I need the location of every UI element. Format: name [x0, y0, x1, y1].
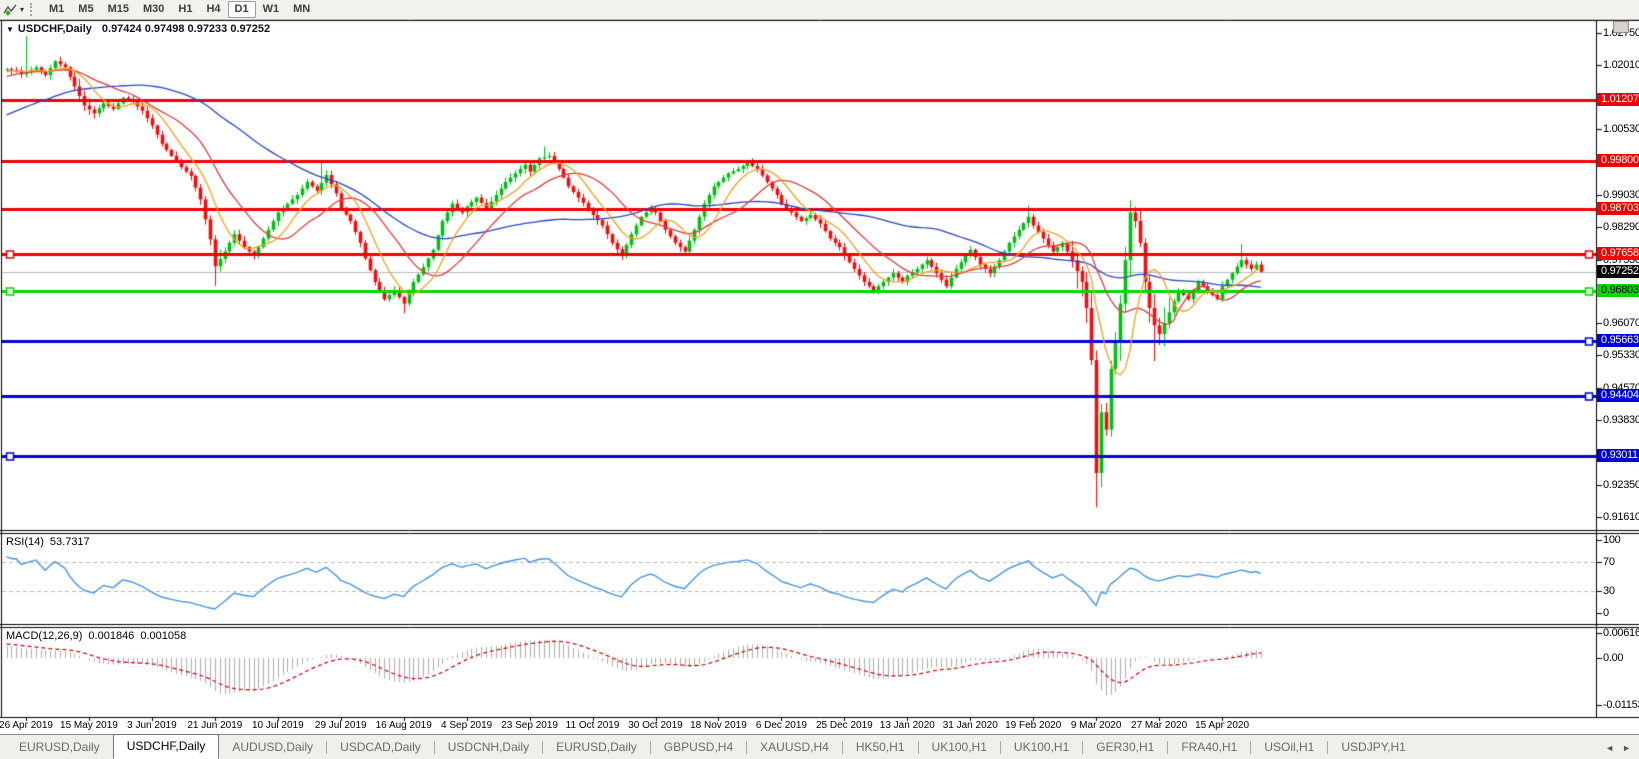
- tab-eurusd-daily[interactable]: EURUSD,Daily: [543, 735, 650, 759]
- timeframe-button-m5[interactable]: M5: [71, 1, 100, 18]
- date-label: 19 Feb 2020: [1005, 720, 1062, 731]
- macd-signal-value: 0.001058: [140, 630, 187, 642]
- tab-uk100-h1[interactable]: UK100,H1: [1001, 735, 1082, 759]
- chart-tab-bar: EURUSD,Daily USDCHF,Daily AUDUSD,Daily USDC…: [0, 734, 1639, 759]
- price-axis-tick: 1.02010: [1603, 59, 1639, 72]
- ohlc-values: 0.97424 0.97498 0.97233 0.97252: [101, 23, 271, 35]
- tab-scroll-right-icon[interactable]: ►: [1622, 743, 1631, 753]
- date-label: 9 Mar 2020: [1070, 720, 1122, 731]
- rsi-value: 53.7317: [49, 536, 90, 548]
- timeframe-button-h1[interactable]: H1: [171, 1, 199, 18]
- level-price-label[interactable]: 0.94404: [1597, 388, 1639, 402]
- date-label: 3 Jun 2019: [127, 720, 177, 731]
- tab-usdjpy-h1[interactable]: USDJPY,H1: [1328, 735, 1418, 759]
- price-axis-tick: 0.99030: [1603, 188, 1639, 201]
- date-label: 25 Dec 2019: [815, 720, 873, 731]
- macd-label: MACD(12,26,9) 0.001846 0.001058: [6, 630, 192, 642]
- level-price-label[interactable]: 0.95663: [1597, 333, 1639, 347]
- tab-usdchf-daily[interactable]: USDCHF,Daily: [112, 734, 220, 759]
- current-price-label: 0.97252: [1597, 264, 1639, 278]
- timeframe-button-mn[interactable]: MN: [286, 1, 317, 18]
- date-label: 4 Sep 2019: [441, 720, 493, 731]
- chevron-down-icon[interactable]: ▾: [20, 2, 24, 17]
- timeframe-button-m30[interactable]: M30: [136, 1, 171, 18]
- date-label: 23 Sep 2019: [501, 720, 558, 731]
- level-price-label[interactable]: 0.96803: [1597, 284, 1639, 298]
- timeframe-button-w1[interactable]: W1: [256, 1, 287, 18]
- toolbar-grip[interactable]: [30, 3, 36, 16]
- date-label: 15 May 2019: [60, 720, 118, 731]
- date-label: 31 Jan 2020: [942, 720, 998, 731]
- trading-terminal-window: ▾ M1 M5 M15 M30 H1 H4 D1 W1 MN ▼ USDCHF,Daily 0.97…: [0, 0, 1639, 759]
- rsi-axis-tick: 70: [1603, 555, 1615, 568]
- price-axis-tick: 0.93830: [1603, 414, 1639, 427]
- tab-xauusd-h4[interactable]: XAUUSD,H4: [747, 735, 842, 759]
- timeframe-button-d1[interactable]: D1: [227, 1, 256, 18]
- tab-gbpusd-h4[interactable]: GBPUSD,H4: [651, 735, 746, 759]
- tab-hk50-h1[interactable]: HK50,H1: [843, 735, 918, 759]
- line-chart-icon[interactable]: [3, 2, 18, 17]
- tab-eurusd-daily[interactable]: EURUSD,Daily: [6, 735, 113, 759]
- date-label: 10 Jul 2019: [251, 720, 304, 731]
- tab-uk100-h1[interactable]: UK100,H1: [919, 735, 1000, 759]
- macd-main-value: 0.001846: [88, 630, 135, 642]
- level-price-label[interactable]: 0.98703: [1597, 201, 1639, 215]
- tab-usdcad-daily[interactable]: USDCAD,Daily: [327, 735, 434, 759]
- tab-usoil-h1[interactable]: USOil,H1: [1251, 735, 1327, 759]
- date-label: 30 Oct 2019: [628, 720, 683, 731]
- level-price-label[interactable]: 0.93011: [1597, 449, 1639, 463]
- macd-axis-tick: -0.011531: [1603, 698, 1639, 711]
- chart-title: ▼ USDCHF,Daily 0.97424 0.97498 0.97233 0.9…: [6, 23, 270, 35]
- collapse-icon[interactable]: ▼: [6, 25, 14, 34]
- rsi-label: RSI(14) 53.7317: [6, 536, 96, 548]
- rsi-name: RSI(14): [6, 536, 44, 548]
- macd-axis-tick: 0.00: [1603, 652, 1624, 664]
- rsi-axis-tick: 100: [1603, 534, 1621, 546]
- tab-ger30-h1[interactable]: GER30,H1: [1083, 735, 1167, 759]
- tab-scroll-left-icon[interactable]: ◄: [1605, 743, 1614, 753]
- timeframe-group: M1 M5 M15 M30 H1 H4 D1 W1 MN: [42, 1, 317, 18]
- level-price-label[interactable]: 1.01207: [1597, 93, 1639, 107]
- tab-fra40-h1[interactable]: FRA40,H1: [1168, 735, 1250, 759]
- date-label: 6 Dec 2019: [755, 720, 807, 731]
- price-axis-tick: 0.91610: [1603, 510, 1639, 523]
- toolbar: ▾ M1 M5 M15 M30 H1 H4 D1 W1 MN: [0, 0, 1639, 20]
- rsi-axis-tick: 30: [1603, 585, 1615, 598]
- price-axis-tick: 0.98290: [1603, 220, 1639, 233]
- date-label: 15 Apr 2020: [1195, 720, 1250, 731]
- level-price-label[interactable]: 0.97658: [1597, 247, 1639, 261]
- price-axis-tick: 0.95330: [1603, 349, 1639, 362]
- price-axis-tick: 1.00530: [1603, 123, 1639, 136]
- timeframe-button-m15[interactable]: M15: [101, 1, 136, 18]
- tab-usdcnh-daily[interactable]: USDCNH,Daily: [435, 735, 542, 759]
- price-axis-tick: 0.96070: [1603, 317, 1639, 330]
- macd-name: MACD(12,26,9): [6, 630, 83, 642]
- date-label: 13 Jan 2020: [879, 720, 935, 731]
- date-label: 27 Mar 2020: [1131, 720, 1188, 731]
- level-price-label[interactable]: 0.99800: [1597, 154, 1639, 168]
- rsi-axis-tick: 0: [1603, 607, 1609, 619]
- timeframe-button-h4[interactable]: H4: [199, 1, 227, 18]
- chart-canvas[interactable]: [0, 0, 1639, 759]
- symbol-label: USDCHF,Daily: [17, 23, 92, 35]
- date-label: 21 Jun 2019: [187, 720, 243, 731]
- axis-corner-button[interactable]: [1613, 21, 1629, 33]
- timeframe-button-m1[interactable]: M1: [42, 1, 71, 18]
- date-label: 11 Oct 2019: [565, 720, 620, 731]
- price-axis-tick: 0.92350: [1603, 478, 1639, 491]
- tab-audusd-daily[interactable]: AUDUSD,Daily: [219, 735, 326, 759]
- macd-axis-tick: 0.006167: [1603, 626, 1639, 639]
- date-label: 18 Nov 2019: [690, 720, 747, 731]
- date-label: 16 Aug 2019: [375, 720, 432, 731]
- date-label: 29 Jul 2019: [314, 720, 367, 731]
